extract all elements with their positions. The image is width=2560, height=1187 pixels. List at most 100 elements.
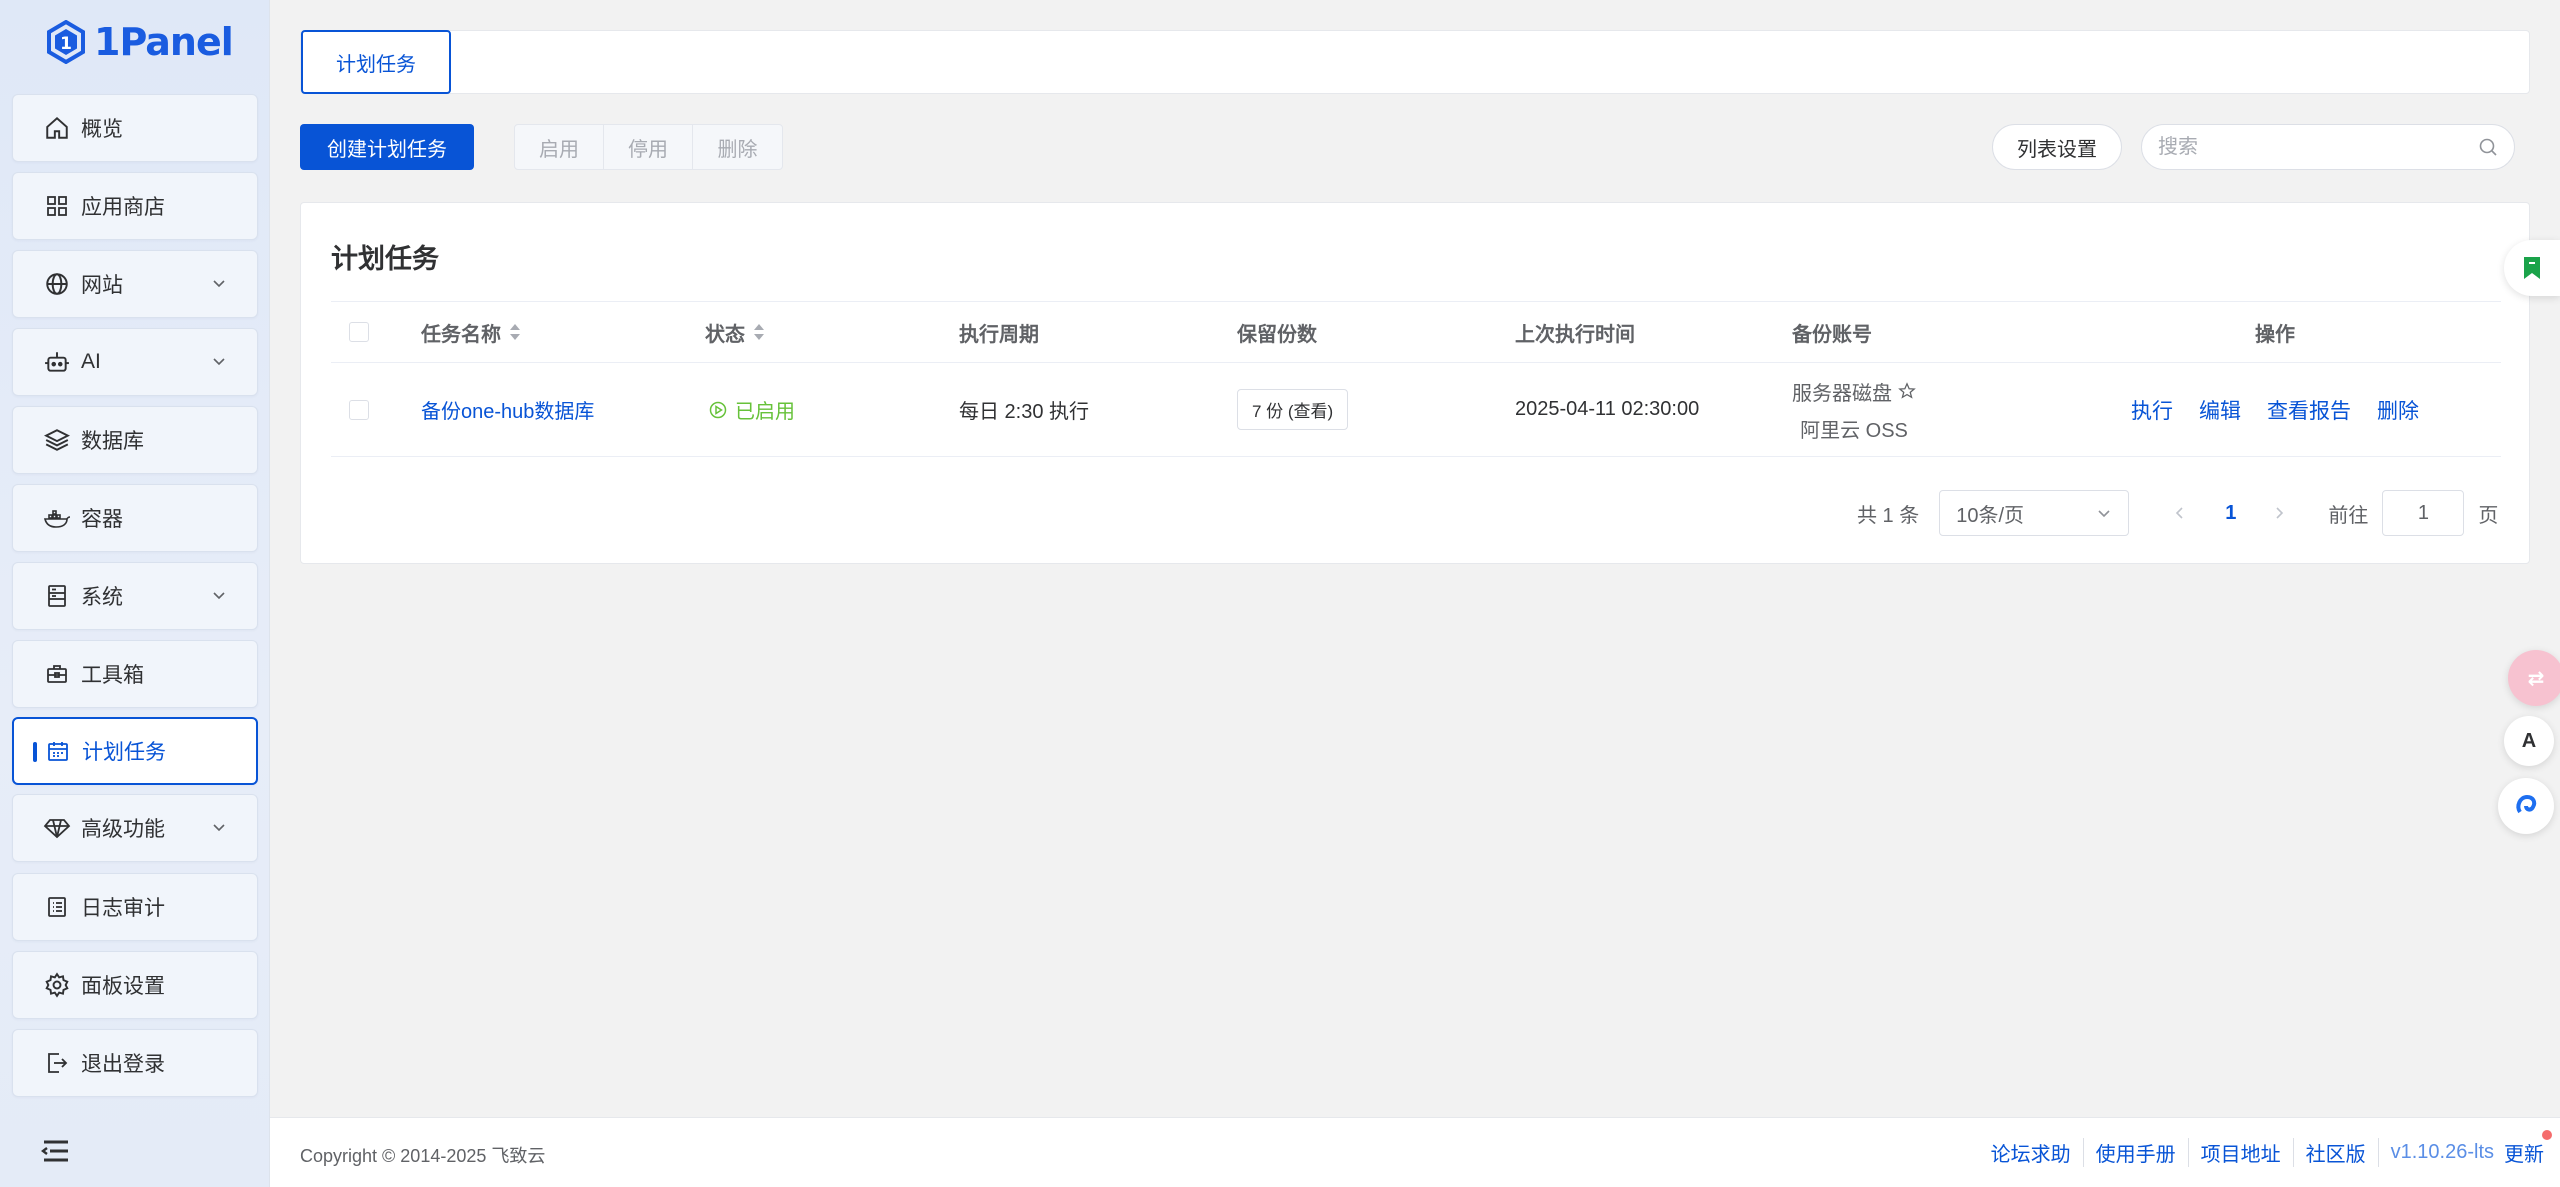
calendar-icon [44, 737, 72, 765]
app-logo[interactable]: 1 1Panel [46, 16, 234, 68]
diamond-icon [43, 814, 71, 842]
forum-link[interactable]: 论坛求助 [1979, 1138, 2084, 1167]
enable-button[interactable]: 启用 [515, 125, 604, 169]
header-label: 任务名称 [421, 323, 501, 346]
status-badge[interactable]: 已启用 [709, 395, 795, 424]
task-name-link[interactable]: 备份one-hub数据库 [421, 363, 594, 456]
delete-button[interactable]: 删除 [693, 125, 782, 169]
play-circle-icon [709, 401, 727, 418]
logo-text: 1Panel [94, 20, 234, 64]
header-ops: 操作 [2255, 323, 2295, 346]
sidebar-item-system[interactable]: 系统 [12, 562, 258, 630]
cycle-value: 每日 2:30 执行 [959, 401, 1090, 423]
sidebar: 1 1Panel 概览 应用商店 网站 AI 数据库 容器 系统 工具箱 计划任… [0, 0, 270, 1187]
svg-text:1: 1 [60, 34, 72, 54]
sidebar-item-logout[interactable]: 退出登录 [12, 1029, 258, 1097]
update-dot [2542, 1130, 2552, 1140]
header-name[interactable]: 任务名称 [421, 302, 521, 362]
sidebar-collapse-icon[interactable] [40, 1138, 70, 1164]
page-number-current[interactable]: 1 [2225, 502, 2236, 525]
active-indicator [33, 742, 37, 762]
sidebar-item-label: 计划任务 [82, 741, 166, 764]
home-icon [43, 114, 71, 142]
bookmark-float-button[interactable] [2504, 240, 2560, 296]
next-page-icon[interactable] [2272, 505, 2286, 521]
sidebar-item-label: 日志审计 [81, 897, 165, 920]
sidebar-item-panel-settings[interactable]: 面板设置 [12, 951, 258, 1019]
row-checkbox-cell [349, 363, 369, 456]
tab-cronjob[interactable]: 计划任务 [301, 30, 451, 94]
gear-icon [43, 971, 71, 999]
create-cronjob-button[interactable]: 创建计划任务 [300, 124, 474, 170]
docker-icon [43, 504, 71, 532]
sort-icon[interactable] [509, 322, 521, 342]
view-report-button[interactable]: 查看报告 [2267, 395, 2351, 425]
sidebar-item-advanced[interactable]: 高级功能 [12, 794, 258, 862]
backup-account-cell: 服务器磁盘 阿里云 OSS [1792, 363, 1916, 456]
search-input[interactable] [2158, 135, 2478, 159]
translate-button[interactable]: A [2504, 716, 2554, 766]
sidebar-item-label: 退出登录 [81, 1053, 165, 1076]
status-label: 已启用 [735, 401, 795, 423]
search-icon[interactable] [2478, 137, 2498, 157]
log-icon [43, 893, 71, 921]
backup-account-secondary: 阿里云 OSS [1800, 419, 1908, 442]
sidebar-item-ai[interactable]: AI [12, 328, 258, 396]
last-run-value: 2025-04-11 02:30:00 [1515, 398, 1700, 420]
assistant-float-button[interactable] [2498, 778, 2554, 834]
column-settings-button[interactable]: 列表设置 [1992, 124, 2122, 170]
footer: Copyright © 2014-2025 飞致云 论坛求助 使用手册 项目地址… [270, 1117, 2560, 1187]
page-suffix: 页 [2478, 504, 2499, 527]
sidebar-item-cronjob[interactable]: 计划任务 [12, 717, 258, 785]
goto-page-input[interactable]: 1 [2382, 490, 2465, 536]
table-header: 任务名称 状态 执行周期 保留份数 上次执行时间 备份账号 操作 [331, 301, 2501, 363]
row-checkbox[interactable] [349, 399, 369, 420]
bookmark-icon [2524, 257, 2540, 279]
header-last-run: 上次执行时间 [1515, 323, 1635, 346]
ops-cell: 执行 编辑 查看报告 删除 [2131, 363, 2419, 456]
sidebar-item-toolbox[interactable]: 工具箱 [12, 640, 258, 708]
disable-button[interactable]: 停用 [604, 125, 693, 169]
header-retain: 保留份数 [1237, 323, 1317, 346]
sidebar-item-label: 应用商店 [81, 196, 165, 219]
update-link[interactable]: 更新 [2504, 1130, 2552, 1167]
sidebar-item-database[interactable]: 数据库 [12, 406, 258, 474]
toolbox-icon [43, 660, 71, 688]
select-all-checkbox[interactable] [349, 322, 369, 342]
sidebar-item-label: 网站 [81, 274, 123, 297]
prev-page-icon[interactable] [2173, 505, 2187, 521]
retain-tag[interactable]: 7 份 (查看) [1237, 389, 1349, 430]
chevron-down-icon [213, 280, 225, 288]
manual-link[interactable]: 使用手册 [2084, 1138, 2189, 1167]
header-cycle: 执行周期 [959, 323, 1039, 346]
sidebar-item-label: 容器 [81, 508, 123, 531]
project-link[interactable]: 项目地址 [2189, 1138, 2294, 1167]
goto-label: 前往 [2328, 504, 2369, 527]
sidebar-item-overview[interactable]: 概览 [12, 94, 258, 162]
translate-float-button[interactable]: ⇄ [2508, 650, 2560, 706]
edit-button[interactable]: 编辑 [2199, 395, 2241, 425]
sidebar-item-label: 概览 [81, 118, 123, 141]
header-status[interactable]: 状态 [705, 302, 765, 362]
chevron-down-icon [213, 358, 225, 366]
edition-link[interactable]: 社区版 [2294, 1138, 2379, 1167]
sidebar-item-app-store[interactable]: 应用商店 [12, 172, 258, 240]
execute-button[interactable]: 执行 [2131, 395, 2173, 425]
sort-icon[interactable] [753, 322, 765, 342]
version-text: v1.10.26-lts [2390, 1141, 2494, 1163]
chevron-down-icon [213, 592, 225, 600]
batch-action-group: 启用 停用 删除 [514, 124, 783, 170]
delete-row-button[interactable]: 删除 [2377, 395, 2419, 425]
page-size-select[interactable]: 10条/页 [1939, 490, 2130, 536]
tabs-bar: 计划任务 [300, 30, 2530, 94]
sidebar-item-website[interactable]: 网站 [12, 250, 258, 318]
select-all-checkbox-cell [349, 302, 369, 362]
sidebar-item-log-audit[interactable]: 日志审计 [12, 873, 258, 941]
translate-zh-icon: ⇄ [2527, 667, 2545, 690]
server-icon [43, 582, 71, 610]
sidebar-item-label: 系统 [81, 586, 123, 609]
sidebar-item-container[interactable]: 容器 [12, 484, 258, 552]
grid-icon [43, 192, 71, 220]
retain-cell: 7 份 (查看) [1237, 363, 1349, 456]
sidebar-item-label: AI [81, 350, 101, 373]
